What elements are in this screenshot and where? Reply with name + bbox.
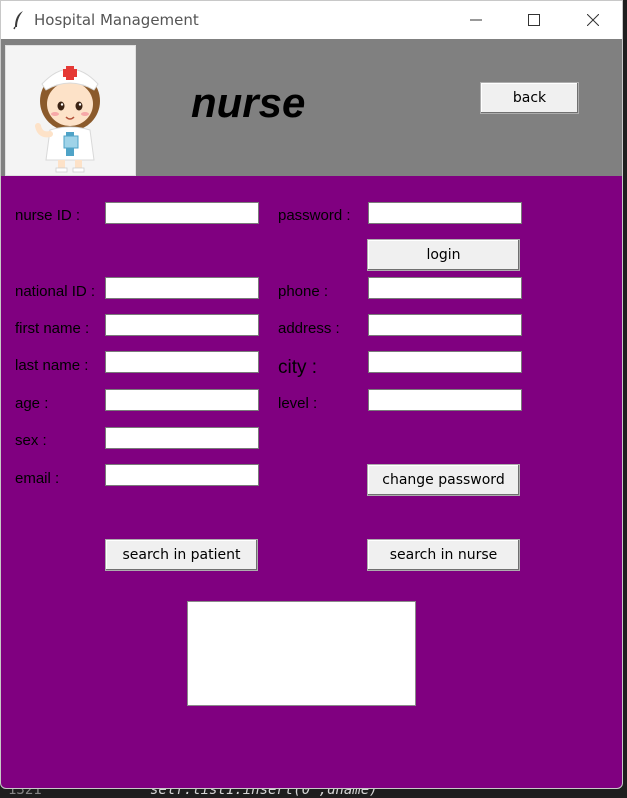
password-label: password : [278, 207, 351, 224]
search-in-nurse-button[interactable]: search in nurse [367, 539, 520, 571]
minimize-icon [470, 19, 482, 21]
last-name-input[interactable] [105, 351, 259, 373]
sex-label: sex : [15, 432, 47, 449]
nurse-avatar-image [5, 45, 136, 176]
maximize-icon [528, 14, 540, 26]
header-panel: nurse back [1, 39, 622, 176]
level-input[interactable] [368, 389, 522, 411]
maximize-button[interactable] [505, 1, 563, 39]
national-id-label: national ID : [15, 283, 96, 300]
nurse-illustration [35, 66, 100, 173]
nurse-id-input[interactable] [105, 202, 259, 224]
first-name-input[interactable] [105, 314, 259, 336]
password-input[interactable] [368, 202, 522, 224]
city-label: city : [278, 357, 318, 378]
change-password-button[interactable]: change password [367, 464, 520, 496]
login-button[interactable]: login [367, 239, 520, 271]
sex-input[interactable] [105, 427, 259, 449]
level-label: level : [278, 395, 318, 412]
window-title: Hospital Management [34, 11, 199, 29]
results-listbox[interactable] [187, 601, 416, 706]
phone-input[interactable] [368, 277, 522, 299]
nurse-id-label: nurse ID : [15, 207, 81, 224]
last-name-label: last name : [15, 357, 89, 374]
first-name-label: first name : [15, 320, 90, 337]
feather-icon [13, 11, 23, 30]
phone-label: phone : [278, 283, 329, 300]
title-bar[interactable]: Hospital Management [1, 1, 622, 39]
email-input[interactable] [105, 464, 259, 486]
national-id-input[interactable] [105, 277, 259, 299]
close-button[interactable] [564, 1, 622, 39]
search-in-patient-button[interactable]: search in patient [105, 539, 258, 571]
email-label: email : [15, 470, 60, 487]
app-window: Hospital Management nurse back nurse ID … [0, 0, 623, 789]
back-button[interactable]: back [480, 82, 579, 114]
city-input[interactable] [368, 351, 522, 373]
close-icon [587, 14, 599, 26]
page-title: nurse [191, 79, 306, 126]
address-input[interactable] [368, 314, 522, 336]
age-input[interactable] [105, 389, 259, 411]
age-label: age : [15, 395, 49, 412]
minimize-button[interactable] [447, 1, 505, 39]
address-label: address : [278, 320, 340, 337]
